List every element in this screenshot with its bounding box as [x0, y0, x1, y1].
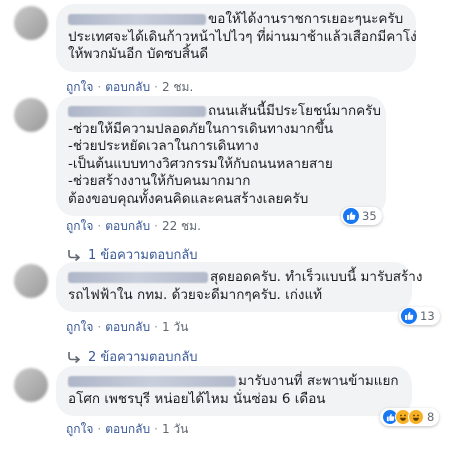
comment-text-line: -ช่วยให้มีความปลอดภัยในการเดินทางมากขึ้น — [68, 120, 334, 137]
avatar[interactable] — [14, 368, 48, 402]
comment-bubble: ขอให้ได้งานราชการเยอะๆนะครับ ประเทศจะได้… — [56, 4, 417, 72]
comment-text-line: ขอให้ได้งานราชการเยอะๆนะครับ — [208, 11, 404, 27]
comment-text-line: -เป็นต้นแบบทางวิศวกรรมให้กับถนนหลายสาย — [68, 155, 333, 172]
like-link[interactable]: ถูกใจ — [66, 80, 93, 94]
comment-text-line: ให้พวกมันอีก บัดซบสิ้นดี — [68, 46, 209, 62]
author-name[interactable] — [68, 271, 208, 283]
comment-bubble: ถนนเส้นนี้มีประโยชน์มากครับ -ช่วยให้มีคว… — [56, 96, 386, 216]
comment-text-line: รถไฟฟ้าใน กทม. ด้วยจะดีมากๆครับ. เก่งแท้ — [68, 286, 323, 303]
comment-actions: ถูกใจ · ตอบกลับ · 22 ชม. — [66, 219, 201, 233]
avatar[interactable] — [14, 264, 48, 298]
author-name[interactable] — [68, 13, 206, 25]
reply-link[interactable]: ตอบกลับ — [105, 219, 150, 233]
timestamp[interactable]: 1 วัน — [162, 320, 188, 334]
reply-arrow-icon — [68, 351, 81, 363]
comment-actions: ถูกใจ · ตอบกลับ · 1 วัน — [66, 422, 189, 436]
haha-icon — [408, 409, 424, 425]
reaction-count: 35 — [362, 209, 377, 223]
comment-text-line: ประเทศจะได้เดินก้าวหน้าไปไวๆ ที่ผ่านมาช้… — [68, 28, 417, 45]
reply-arrow-icon — [68, 249, 81, 261]
comment-text-line: อโศก เพชรบุรี หน่อยได้ไหม นั่นซ่อม 6 เดื… — [68, 390, 326, 407]
reply-link[interactable]: ตอบกลับ — [105, 320, 150, 334]
timestamp[interactable]: 1 วัน — [162, 422, 188, 436]
like-link[interactable]: ถูกใจ — [66, 320, 93, 334]
reaction-summary[interactable]: 35 — [341, 207, 382, 225]
view-replies-link[interactable]: 2 ข้อความตอบกลับ — [66, 346, 198, 367]
like-link[interactable]: ถูกใจ — [66, 422, 93, 436]
comment-actions: ถูกใจ · ตอบกลับ · 1 วัน — [66, 320, 189, 334]
comment-text-line: -ช่วยประหยัดเวลาในการเดินทาง — [68, 138, 259, 154]
reaction-count: 8 — [427, 410, 435, 424]
like-link[interactable]: ถูกใจ — [66, 219, 93, 233]
like-icon — [343, 208, 359, 224]
author-name[interactable] — [68, 105, 206, 117]
timestamp[interactable]: 2 ชม. — [162, 80, 193, 94]
like-icon — [401, 308, 417, 324]
reaction-summary[interactable]: 8 — [380, 408, 440, 426]
author-name[interactable] — [68, 375, 236, 387]
comment-text-line: สุดยอดครับ. ทำเร็วแบบนี้ มารับสร้าง — [210, 269, 423, 285]
reply-link[interactable]: ตอบกลับ — [105, 422, 150, 436]
reply-link[interactable]: ตอบกลับ — [105, 80, 150, 94]
timestamp[interactable]: 22 ชม. — [162, 219, 201, 233]
comment-text-line: มารับงานที่ สะพานข้ามแยก — [238, 373, 399, 389]
avatar[interactable] — [14, 6, 48, 40]
reaction-summary[interactable]: 13 — [399, 307, 440, 325]
comment-text-line: ถนนเส้นนี้มีประโยชน์มากครับ — [208, 103, 381, 119]
comment-actions: ถูกใจ · ตอบกลับ · 2 ชม. — [66, 80, 194, 94]
avatar[interactable] — [14, 98, 48, 132]
comment-bubble: มารับงานที่ สะพานข้ามแยก อโศก เพชรบุรี ห… — [56, 366, 412, 416]
replies-label: 2 ข้อความตอบกลับ — [88, 350, 198, 365]
comment-bubble: สุดยอดครับ. ทำเร็วแบบนี้ มารับสร้าง รถไฟ… — [56, 262, 422, 312]
comment-text-line: ต้องขอบคุณทั้งคนคิดและคนสร้างเลยครับ — [68, 190, 309, 207]
comment-text-line: -ช่วยสร้างงานให้กับคนมากมาก — [68, 173, 251, 189]
reaction-count: 13 — [420, 309, 435, 323]
